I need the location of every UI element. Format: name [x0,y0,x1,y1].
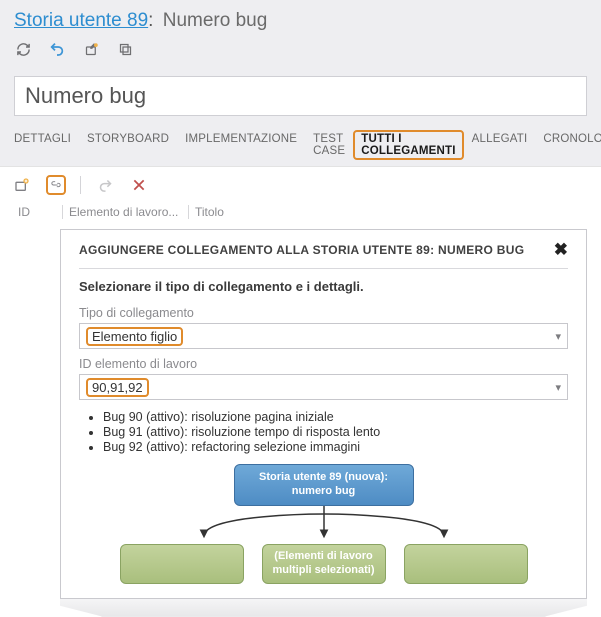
link-type-select[interactable]: Elemento figlio ▾ [79,323,568,349]
selected-items-list: Bug 90 (attivo): risoluzione pagina iniz… [103,410,568,454]
tab-implementazione[interactable]: IMPLEMENTAZIONE [177,130,305,160]
list-item: Bug 91 (attivo): risoluzione tempo di ri… [103,425,568,439]
chevron-down-icon: ▾ [555,381,561,394]
workitem-id-label: ID elemento di lavoro [79,357,568,371]
relationship-diagram: Storia utente 89 (nuova): numero bug (El… [79,464,568,584]
tab-allegati[interactable]: ALLEGATI [464,130,536,160]
story-title: Numero bug [163,10,268,31]
delete-icon[interactable] [129,175,149,195]
workitem-id-select[interactable]: 90,91,92 ▾ [79,374,568,400]
tab-storyboard[interactable]: STORYBOARD [79,130,177,160]
list-item: Bug 92 (attivo): refactoring selezione i… [103,440,568,454]
header-toolbar [14,40,587,58]
tab-dettagli[interactable]: DETTAGLI [6,130,79,160]
col-titolo[interactable]: Titolo [188,205,589,219]
col-id[interactable]: ID [12,205,56,219]
workitem-id-value: 90,91,92 [92,380,143,395]
parent-node: Storia utente 89 (nuova): numero bug [234,464,414,506]
work-item-header: Storia utente 89: Numero bug [0,0,601,66]
link-type-value: Elemento figlio [92,329,177,344]
list-item: Bug 90 (attivo): risoluzione pagina iniz… [103,410,568,424]
link-type-label: Tipo di collegamento [79,306,568,320]
title-input-area [0,66,601,120]
chevron-down-icon: ▾ [555,330,561,343]
tab-cronologia[interactable]: CRONOLOGIA [535,130,601,160]
tabs-row: DETTAGLI STORYBOARD IMPLEMENTAZIONE TEST… [0,120,601,167]
torn-paper-edge [60,599,587,617]
child-node [120,544,244,584]
undo-icon[interactable] [48,40,66,58]
title-line: Storia utente 89: Numero bug [14,10,587,32]
dialog-instruction: Selezionare il tipo di collegamento e i … [79,279,568,294]
new-link-icon[interactable] [12,175,32,195]
add-link-dialog: AGGIUNGERE COLLEGAMENTO ALLA STORIA UTEN… [60,229,587,599]
tab-testcase[interactable]: TEST CASE [305,130,353,160]
links-toolbar [0,167,601,199]
story-link[interactable]: Storia utente 89 [14,10,148,31]
copy-icon[interactable] [116,40,134,58]
tab-tutti-collegamenti[interactable]: TUTTI I COLLEGAMENTI [353,130,463,160]
refresh-icon[interactable] [14,40,32,58]
close-icon[interactable]: ✖ [554,240,568,260]
new-item-icon[interactable] [82,40,100,58]
title-input[interactable] [14,76,587,116]
dialog-title: AGGIUNGERE COLLEGAMENTO ALLA STORIA UTEN… [79,243,524,257]
child-node [404,544,528,584]
col-elemento[interactable]: Elemento di lavoro... [62,205,182,219]
child-node-selected: (Elementi di lavoro multipli selezionati… [262,544,386,584]
redo-icon[interactable] [95,175,115,195]
link-columns: ID Elemento di lavoro... Titolo [0,199,601,225]
link-existing-icon[interactable] [46,175,66,195]
